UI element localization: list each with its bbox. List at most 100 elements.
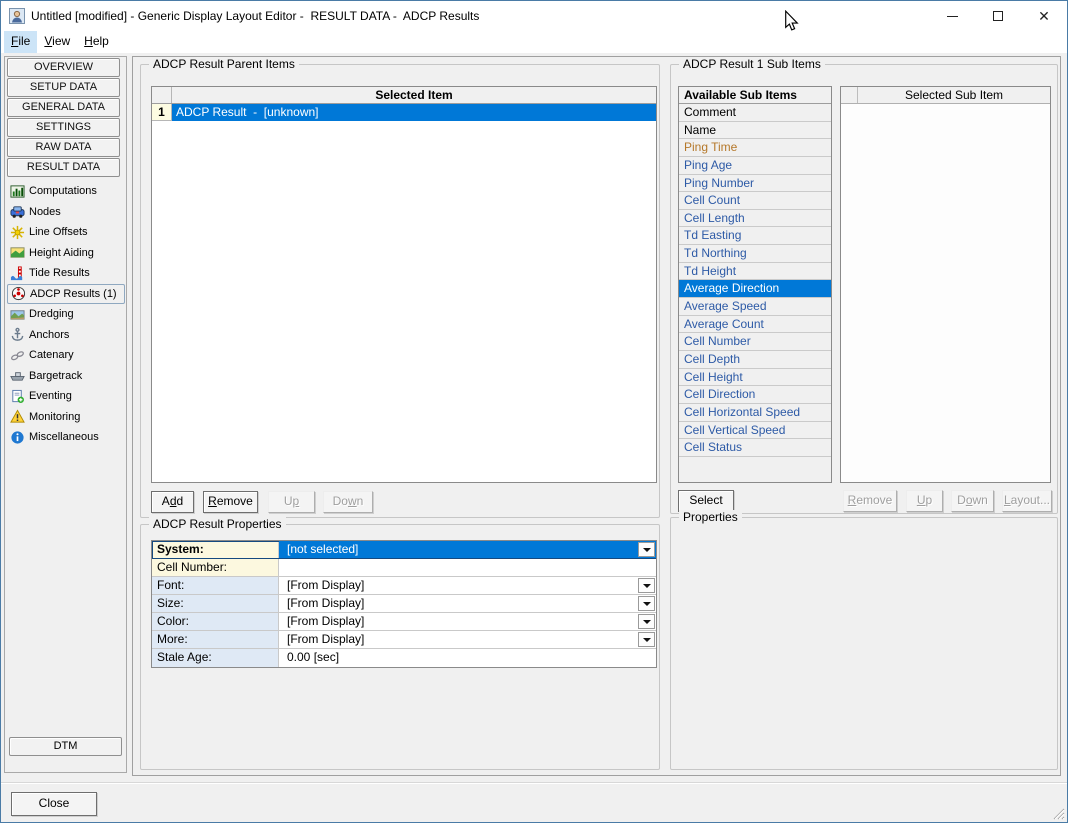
sidebar-item-nodes[interactable]: Nodes bbox=[7, 202, 125, 223]
sidebar-item-catenary[interactable]: Catenary bbox=[7, 345, 125, 366]
menu-help[interactable]: Help bbox=[77, 31, 116, 53]
add-button[interactable]: Add bbox=[151, 491, 194, 513]
sidebar-item-eventing[interactable]: Eventing bbox=[7, 386, 125, 407]
sub-item-cell-horizontal-speed[interactable]: Cell Horizontal Speed bbox=[679, 404, 831, 422]
sidebar-item-label: Nodes bbox=[29, 206, 61, 218]
menu-bar: FileViewHelp bbox=[1, 31, 1067, 53]
parent-items-group: ADCP Result Parent Items Selected Item 1… bbox=[140, 64, 660, 518]
sidebar-section-settings[interactable]: SETTINGS bbox=[7, 118, 120, 137]
sidebar-item-height-aiding[interactable]: Height Aiding bbox=[7, 243, 125, 264]
sidebar-section-setup-data[interactable]: SETUP DATA bbox=[7, 78, 120, 97]
sidebar-item-label: ADCP Results (1) bbox=[30, 288, 117, 300]
sub-item-average-count[interactable]: Average Count bbox=[679, 316, 831, 334]
sidebar-item-monitoring[interactable]: Monitoring bbox=[7, 407, 125, 428]
selected-sub-items-list[interactable]: Selected Sub Item bbox=[840, 86, 1051, 483]
sub-item-comment[interactable]: Comment bbox=[679, 104, 831, 122]
sub-item-cell-direction[interactable]: Cell Direction bbox=[679, 386, 831, 404]
property-value[interactable]: 0.00 [sec] bbox=[279, 649, 656, 667]
property-row-stale-age: Stale Age:0.00 [sec] bbox=[152, 649, 656, 667]
sub-item-td-easting[interactable]: Td Easting bbox=[679, 227, 831, 245]
property-row-font: Font:[From Display] bbox=[152, 577, 656, 595]
row-value: ADCP Result - [unknown] bbox=[172, 104, 656, 121]
sub-items-group: ADCP Result 1 Sub Items Available Sub It… bbox=[670, 64, 1058, 514]
property-label: Color: bbox=[152, 613, 279, 630]
available-sub-items-list[interactable]: Available Sub Items CommentNamePing Time… bbox=[678, 86, 832, 483]
sidebar-section-raw-data[interactable]: RAW DATA bbox=[7, 138, 120, 157]
sidebar-section-overview[interactable]: OVERVIEW bbox=[7, 58, 120, 77]
close-button[interactable]: Close bbox=[11, 792, 97, 816]
menu-file[interactable]: File bbox=[4, 31, 37, 53]
sub-item-ping-age[interactable]: Ping Age bbox=[679, 157, 831, 175]
sidebar-item-dredging[interactable]: Dredging bbox=[7, 304, 125, 325]
table-row[interactable]: 1ADCP Result - [unknown] bbox=[152, 104, 656, 121]
property-row-size: Size:[From Display] bbox=[152, 595, 656, 613]
result-properties-group: ADCP Result Properties System:[not selec… bbox=[140, 524, 660, 770]
sub-item-cell-count[interactable]: Cell Count bbox=[679, 192, 831, 210]
sidebar-item-miscellaneous[interactable]: Miscellaneous bbox=[7, 427, 125, 448]
maximize-icon bbox=[993, 11, 1003, 21]
sub-item-cell-depth[interactable]: Cell Depth bbox=[679, 351, 831, 369]
sidebar-item-line-offsets[interactable]: Line Offsets bbox=[7, 222, 125, 243]
chevron-down-icon bbox=[643, 548, 651, 552]
maximize-button[interactable] bbox=[975, 1, 1021, 31]
dropdown-button[interactable] bbox=[638, 632, 655, 647]
sidebar-item-bargetrack[interactable]: Bargetrack bbox=[7, 366, 125, 387]
right-properties-group-label: Properties bbox=[679, 510, 742, 524]
sidebar-item-computations[interactable]: Computations bbox=[7, 181, 125, 202]
sub-item-name[interactable]: Name bbox=[679, 122, 831, 140]
property-value[interactable]: [From Display] bbox=[279, 595, 656, 612]
footer-divider bbox=[1, 782, 1067, 784]
sub-item-cell-status[interactable]: Cell Status bbox=[679, 439, 831, 457]
minimize-icon bbox=[947, 16, 958, 17]
window-title: Untitled [modified] - Generic Display La… bbox=[31, 9, 479, 23]
right-properties-group: Properties bbox=[670, 517, 1058, 770]
sidebar-item-tide-results[interactable]: Tide Results bbox=[7, 263, 125, 284]
remove-button[interactable]: Remove bbox=[203, 491, 258, 513]
dropdown-button[interactable] bbox=[638, 614, 655, 629]
property-label: Font: bbox=[152, 577, 279, 594]
close-icon: ✕ bbox=[1038, 9, 1050, 23]
sub-item-cell-length[interactable]: Cell Length bbox=[679, 210, 831, 228]
property-value[interactable]: [From Display] bbox=[279, 613, 656, 630]
chevron-down-icon bbox=[643, 620, 651, 624]
dtm-button[interactable]: DTM bbox=[9, 737, 122, 756]
property-value[interactable]: [From Display] bbox=[279, 577, 656, 594]
sub-item-average-direction[interactable]: Average Direction bbox=[679, 280, 831, 298]
sidebar-item-label: Bargetrack bbox=[29, 370, 82, 382]
sub-item-cell-height[interactable]: Cell Height bbox=[679, 369, 831, 387]
selected-item-table[interactable]: Selected Item 1ADCP Result - [unknown] bbox=[151, 86, 657, 483]
layout-sub-button: Layout... bbox=[1002, 490, 1052, 512]
property-label: Size: bbox=[152, 595, 279, 612]
dropdown-button[interactable] bbox=[638, 542, 655, 557]
sub-item-cell-vertical-speed[interactable]: Cell Vertical Speed bbox=[679, 422, 831, 440]
close-window-button[interactable]: ✕ bbox=[1021, 1, 1067, 31]
sub-item-ping-number[interactable]: Ping Number bbox=[679, 175, 831, 193]
sub-item-td-height[interactable]: Td Height bbox=[679, 263, 831, 281]
select-button[interactable]: Select bbox=[678, 490, 734, 512]
sub-item-td-northing[interactable]: Td Northing bbox=[679, 245, 831, 263]
property-value[interactable]: [not selected] bbox=[279, 541, 656, 558]
sub-item-cell-number[interactable]: Cell Number bbox=[679, 333, 831, 351]
sidebar-item-label: Dredging bbox=[29, 308, 74, 320]
eventing-icon bbox=[10, 389, 25, 404]
sidebar-section-result-data[interactable]: RESULT DATA bbox=[7, 158, 120, 177]
minimize-button[interactable] bbox=[929, 1, 975, 31]
dropdown-button[interactable] bbox=[638, 596, 655, 611]
property-row-more: More:[From Display] bbox=[152, 631, 656, 649]
dropdown-button[interactable] bbox=[638, 578, 655, 593]
resize-grip[interactable] bbox=[1051, 806, 1065, 820]
menu-view[interactable]: View bbox=[37, 31, 77, 53]
adcp-results-icon bbox=[11, 286, 26, 301]
sidebar-item-anchors[interactable]: Anchors bbox=[7, 325, 125, 346]
sidebar-item-adcp-results-1[interactable]: ADCP Results (1) bbox=[7, 284, 125, 305]
sub-items-group-label: ADCP Result 1 Sub Items bbox=[679, 57, 825, 71]
property-value[interactable]: [From Display] bbox=[279, 631, 656, 648]
property-value[interactable] bbox=[279, 559, 656, 576]
sidebar-section-general-data[interactable]: GENERAL DATA bbox=[7, 98, 120, 117]
row-index: 1 bbox=[152, 104, 172, 121]
down-button: Down bbox=[323, 491, 373, 513]
sub-item-average-speed[interactable]: Average Speed bbox=[679, 298, 831, 316]
sub-item-ping-time[interactable]: Ping Time bbox=[679, 139, 831, 157]
computations-icon bbox=[10, 184, 25, 199]
property-row-cell-number: Cell Number: bbox=[152, 559, 656, 577]
